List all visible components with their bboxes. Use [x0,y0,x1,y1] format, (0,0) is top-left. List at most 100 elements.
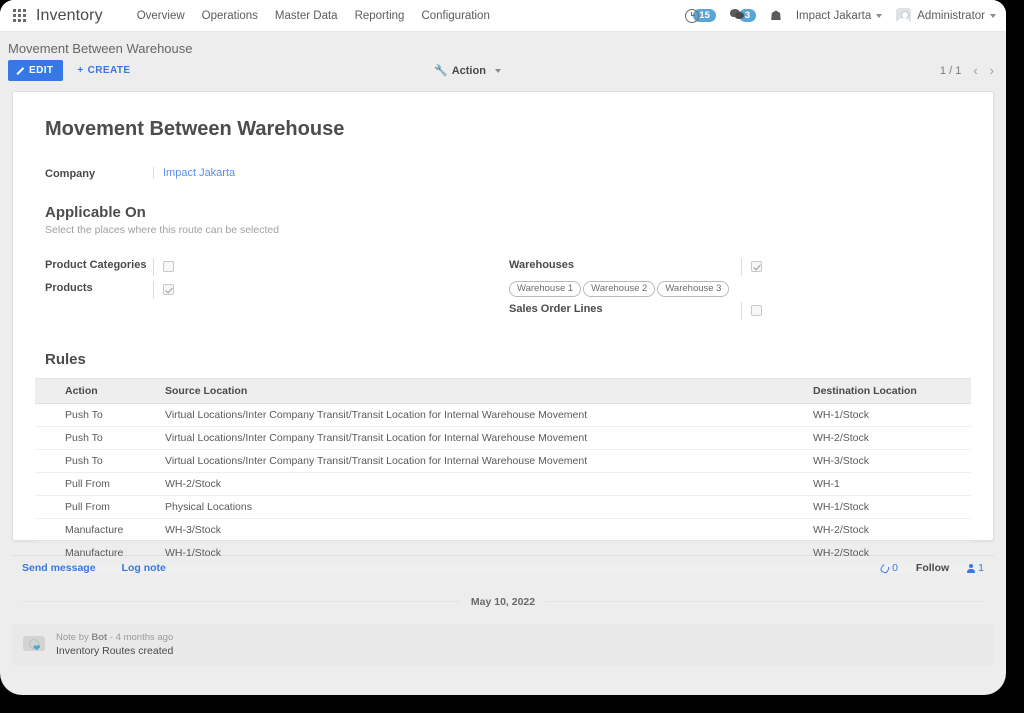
message-body: Inventory Routes created [56,645,174,657]
field-company-label: Company [45,168,96,180]
table-row[interactable]: Push To Virtual Locations/Inter Company … [35,403,971,427]
table-row[interactable]: Push To Virtual Locations/Inter Company … [35,449,971,473]
cell-destination-location: WH-1/Stock [805,495,971,519]
chevron-down-icon [990,13,996,18]
avatar [896,8,912,23]
row-spacer [35,449,57,473]
top-navbar: Inventory Overview Operations Master Dat… [0,0,1006,32]
cell-destination-location: WH-1/Stock [805,403,971,427]
warehouse-tag[interactable]: Warehouse 3 [657,281,730,297]
app-brand[interactable]: Inventory [36,7,103,25]
message-author-prefix: Note by [56,632,89,643]
column-header-source-location[interactable]: Source Location [157,378,805,404]
warehouses-checkbox[interactable] [751,261,762,273]
menu-item-operations[interactable]: Operations [202,10,258,22]
date-separator-label: May 10, 2022 [460,596,546,608]
person-icon [967,563,976,573]
company-switcher[interactable]: Impact Jakarta [795,9,883,22]
user-menu-label: Administrator [917,9,985,22]
table-row[interactable]: Pull From WH-2/Stock WH-1 [35,472,971,496]
table-row[interactable]: Pull From Physical Locations WH-1/Stock [35,495,971,519]
field-warehouses: Warehouses [509,258,929,276]
cell-source-location: WH-2/Stock [157,472,805,496]
table-header-row: Action Source Location Destination Locat… [35,378,971,404]
warehouse-tags: Warehouse 1 Warehouse 2 Warehouse 3 [509,281,929,297]
edit-button[interactable]: EDIT [8,60,64,81]
column-header-destination-location[interactable]: Destination Location [805,378,971,404]
menu-item-reporting[interactable]: Reporting [355,10,405,22]
row-spacer [35,472,57,496]
field-sales-order-lines: Sales Order Lines [509,302,929,320]
create-button[interactable]: + CREATE [77,65,130,76]
cell-source-location: Physical Locations [157,495,805,519]
gift-menu[interactable]: ☗ [770,9,782,22]
cell-source-location: Virtual Locations/Inter Company Transit/… [157,403,805,427]
message-header: Note by Bot - 4 months ago [56,632,173,643]
page-title: Movement Between Warehouse [45,118,345,140]
warehouse-tag[interactable]: Warehouse 2 [583,281,656,297]
cell-action: Push To [57,426,157,450]
systray: 15 3 ☗ Impact Jakarta Administrator [685,8,996,23]
cell-destination-location: WH-2/Stock [805,518,971,542]
control-panel: EDIT + CREATE 🔧 Action 1 / 1 ‹ › [0,60,1006,91]
company-link[interactable]: Impact Jakarta [163,167,235,179]
cell-destination-location: WH-1 [805,472,971,496]
action-dropdown-label: Action [451,64,486,77]
cell-source-location: WH-3/Stock [157,518,805,542]
field-product-categories: Product Categories [45,258,509,276]
followers-button[interactable]: 1 [967,562,984,574]
clock-icon [685,8,700,23]
breadcrumb: Movement Between Warehouse [0,32,1006,60]
chat-icon [729,9,745,21]
send-message-button[interactable]: Send message [22,562,96,574]
form-sheet: Movement Between Warehouse Company Impac… [12,91,994,574]
product-categories-checkbox[interactable] [163,261,174,273]
follow-button[interactable]: Follow [916,562,949,574]
row-spacer [35,495,57,519]
field-products-label: Products [45,282,93,294]
cell-action: Pull From [57,472,157,496]
record-pager: 1 / 1 ‹ › [940,63,994,78]
cell-destination-location: WH-3/Stock [805,449,971,473]
table-row[interactable]: Manufacture WH-3/Stock WH-2/Stock [35,518,971,542]
user-menu[interactable]: Administrator [896,8,996,23]
field-sales-order-lines-label: Sales Order Lines [509,303,603,315]
cell-action: Manufacture [57,518,157,542]
pager-next-icon[interactable]: › [990,63,994,78]
table-header-spacer [35,378,57,404]
bot-avatar-icon: ❤ [22,632,48,654]
field-product-categories-label: Product Categories [45,259,147,271]
menu-item-master-data[interactable]: Master Data [275,10,338,22]
warehouse-tag[interactable]: Warehouse 1 [509,281,582,297]
main-menu: Overview Operations Master Data Reportin… [137,10,490,22]
wrench-icon: 🔧 [434,65,448,77]
breadcrumb-title: Movement Between Warehouse [8,41,193,56]
column-header-action[interactable]: Action [57,378,157,404]
cell-source-location: Virtual Locations/Inter Company Transit/… [157,449,805,473]
field-sales-order-lines-holder [741,302,762,320]
browser-window: Inventory Overview Operations Master Dat… [0,0,1006,695]
field-warehouses-holder [741,258,762,276]
products-checkbox[interactable] [163,284,174,296]
pager-previous-icon[interactable]: ‹ [973,63,977,78]
message-separator: - [109,632,114,643]
activities-menu[interactable]: 15 [685,8,716,23]
apps-grid-icon[interactable] [8,5,30,27]
action-dropdown[interactable]: 🔧 Action [434,64,501,77]
field-company: Company Impact Jakarta [45,167,971,180]
messages-menu[interactable]: 3 [729,8,757,23]
table-row[interactable]: Push To Virtual Locations/Inter Company … [35,426,971,450]
date-separator: May 10, 2022 [12,592,994,610]
pencil-icon [16,66,25,75]
followers-count: 1 [978,562,984,574]
applicable-on-columns: Product Categories Products Warehouses W… [45,258,971,325]
chevron-down-icon [876,13,883,18]
attachments-button[interactable]: 0 [879,562,898,574]
company-switcher-label: Impact Jakarta [795,9,872,22]
menu-item-configuration[interactable]: Configuration [421,10,489,22]
message-author: Bot [91,632,108,643]
log-note-button[interactable]: Log note [122,562,166,574]
sales-order-lines-checkbox[interactable] [751,305,762,317]
field-product-categories-holder [153,258,174,276]
menu-item-overview[interactable]: Overview [137,10,185,22]
